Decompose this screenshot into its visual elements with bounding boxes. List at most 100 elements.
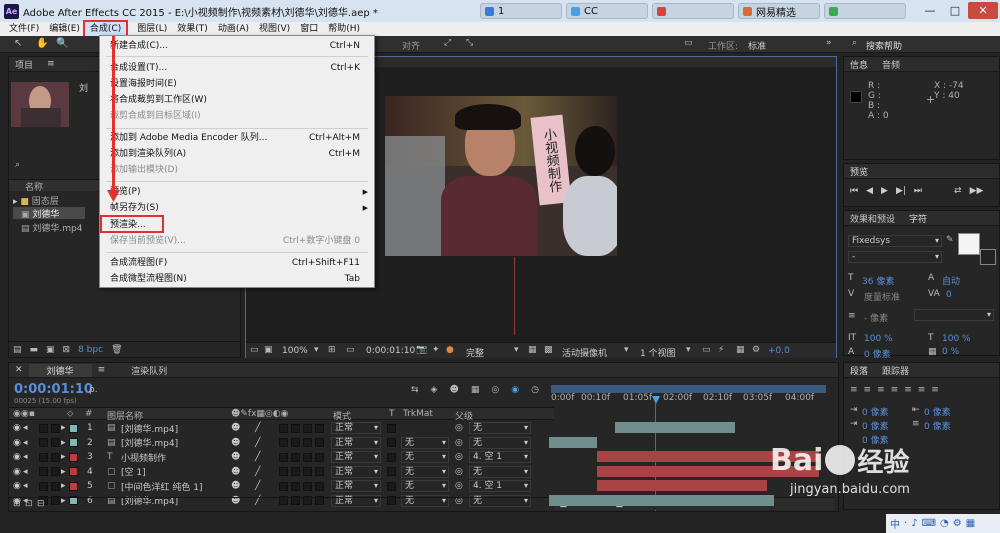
tsume-value[interactable]: 0 % (942, 347, 959, 357)
snapshot-icon[interactable]: 📷 (416, 345, 427, 355)
background-tab[interactable] (652, 3, 734, 19)
menu-item-trim-to-work-area[interactable]: 将合成裁剪到工作区(W) (100, 92, 374, 108)
timeline-icon[interactable]: ▦ (736, 345, 745, 355)
label-color-swatch[interactable] (69, 423, 78, 433)
blend-mode-select[interactable]: 正常 (331, 451, 381, 463)
menu-item-add-to-render-queue[interactable]: 添加到渲染队列(A) Ctrl+M (100, 146, 374, 162)
trkmat-select[interactable]: 无 (401, 436, 449, 449)
layer-switches-icon[interactable]: ⊞ (13, 499, 21, 509)
column-t[interactable]: T (389, 409, 395, 419)
column-name[interactable]: 名称 (25, 180, 43, 193)
solo-toggle[interactable] (39, 481, 48, 491)
sound-icon[interactable]: ♪ (911, 518, 917, 529)
menu-composition[interactable]: 合成(C) (82, 20, 129, 38)
switch-box[interactable] (303, 452, 312, 462)
tab-effects-presets[interactable]: 效果和预设 (850, 212, 895, 225)
layer-duration-bar[interactable] (549, 494, 774, 506)
menu-item-save-frame-as[interactable]: 帧另存为(S) ▶ (100, 200, 374, 216)
play-icon[interactable]: ▶ (881, 186, 888, 200)
tab-tracker[interactable]: 跟踪器 (882, 364, 909, 377)
frame-blending-icon[interactable]: ▦ (471, 385, 480, 395)
ime-icon[interactable]: 中 (890, 516, 900, 531)
snap-options-icon[interactable]: ⤡ (466, 38, 473, 48)
expand-arrow-icon[interactable]: ▸ (61, 423, 66, 433)
last-frame-icon[interactable]: ⏭ (914, 186, 922, 200)
new-folder-icon[interactable]: ▬ (30, 345, 39, 355)
font-style-select[interactable]: - (848, 251, 942, 263)
background-tab[interactable] (824, 3, 906, 19)
draft-3d-icon[interactable]: ◈ (431, 385, 438, 395)
lock-toggle[interactable] (51, 467, 60, 476)
visibility-icon[interactable]: ◉ (13, 438, 21, 448)
fast-preview-icon[interactable]: ⚡ (718, 345, 724, 355)
trkmat-select[interactable]: 无 (401, 451, 449, 463)
solo-toggle[interactable] (39, 438, 48, 447)
menu-item-composition-flowchart[interactable]: 合成流程图(F) Ctrl+Shift+F11 (100, 255, 374, 271)
audio-icon[interactable]: ◂ (23, 423, 28, 433)
close-icon[interactable]: ✕ (15, 365, 23, 375)
background-tab[interactable]: 1 (480, 3, 562, 19)
expand-arrow-icon[interactable]: ▸ (61, 438, 66, 448)
justify-all-icon[interactable]: ≡ (931, 385, 939, 395)
expand-arrow-icon[interactable]: ▸ (61, 467, 66, 477)
indent-first-value[interactable]: 0 像素 (862, 419, 889, 432)
preserve-transparency-toggle[interactable] (387, 452, 396, 462)
menu-edit[interactable]: 编辑(E) (44, 22, 85, 36)
ram-preview-icon[interactable]: ▶▶ (970, 186, 984, 200)
menu-item-new-composition[interactable]: 新建合成(C)... Ctrl+N (100, 38, 374, 54)
pickwhip-icon[interactable]: ◎ (455, 438, 463, 448)
align-right-icon[interactable]: ≡ (877, 385, 885, 395)
kerning-value[interactable]: 度量标准 (864, 290, 900, 303)
switch-box[interactable] (279, 423, 288, 433)
camera-select[interactable]: 活动摄像机 (562, 346, 607, 359)
project-item-comp[interactable]: ▣ 刘德华 (13, 207, 85, 220)
expand-arrow-icon[interactable]: ▸ (61, 481, 66, 491)
shy-icon[interactable]: ☻ (231, 481, 240, 491)
column-trkmat[interactable]: TrkMat (403, 409, 433, 419)
parent-select[interactable]: 无 (469, 436, 531, 449)
visibility-icon[interactable]: ◉ (13, 467, 21, 477)
audio-icon[interactable]: ◂ (23, 481, 28, 491)
quality-icon[interactable]: ╱ (255, 423, 260, 433)
justify-left-icon[interactable]: ≡ (891, 385, 899, 395)
settings-icon[interactable]: ⚙ (953, 518, 962, 529)
tab-info[interactable]: 信息 (850, 58, 868, 71)
menu-help[interactable]: 帮助(H) (323, 22, 365, 36)
stroke-color-swatch[interactable] (980, 249, 996, 265)
align-center-icon[interactable]: ≡ (864, 385, 872, 395)
selection-tool-icon[interactable]: ↖ (14, 38, 22, 49)
workspace-select[interactable]: 标准 (748, 39, 766, 52)
menu-item-add-to-media-encoder[interactable]: 添加到 Adobe Media Encoder 队列... Ctrl+Alt+M (100, 130, 374, 146)
prev-frame-icon[interactable]: ◀ (866, 186, 873, 200)
delete-icon[interactable]: 🗑 (111, 345, 122, 355)
time-ruler[interactable]: 0:00f 00:10f 01:05f 02:00f 02:10f 03:05f… (551, 392, 826, 406)
vertical-scale-value[interactable]: 100 % (864, 334, 893, 344)
pickwhip-icon[interactable]: ◎ (455, 467, 463, 477)
keyboard-icon[interactable]: ⌨ (922, 518, 936, 529)
timeline-timecode[interactable]: 0:00:01:10 (14, 382, 93, 397)
region-of-interest-icon[interactable]: ▦ (528, 345, 537, 355)
layer-row[interactable]: ◉◂ ▸ 5 ▢ [中间色洋红 纯色 1] ☻ ╱ 正常 无 ◎ 4. 空 1 (9, 479, 544, 493)
background-tab[interactable]: 网易精选 (738, 3, 820, 19)
switch-box[interactable] (279, 467, 288, 476)
trash-icon[interactable]: ⊠ (63, 345, 71, 355)
leading-value[interactable]: 自动 (942, 274, 960, 287)
lock-toggle[interactable] (51, 452, 60, 462)
fill-color-swatch[interactable] (958, 233, 980, 255)
interpret-footage-icon[interactable]: ▤ (13, 345, 22, 355)
layer-row[interactable]: ◉◂ ▸ 3 T 小视频制作 ☻ ╱ 正常 无 ◎ 4. 空 1 (9, 450, 544, 464)
first-frame-icon[interactable]: ⏮ (850, 186, 858, 200)
tracking-value[interactable]: 0 (946, 290, 952, 300)
pickwhip-icon[interactable]: ◎ (455, 423, 463, 433)
mask-visibility-icon[interactable]: ▭ (346, 345, 355, 355)
quality-icon[interactable]: ╱ (255, 481, 260, 491)
quality-icon[interactable]: ╱ (255, 452, 260, 462)
menu-window[interactable]: 窗口 (295, 22, 323, 36)
parent-select[interactable]: 4. 空 1 (469, 451, 531, 463)
views-select[interactable]: 1 个视图 (640, 346, 676, 359)
menu-effect[interactable]: 效果(T) (172, 22, 213, 36)
close-button[interactable]: ✕ (968, 2, 998, 19)
graph-editor-icon[interactable]: ◉ (511, 385, 519, 395)
quality-icon[interactable]: ╱ (255, 438, 260, 448)
parent-select[interactable]: 无 (469, 465, 531, 478)
